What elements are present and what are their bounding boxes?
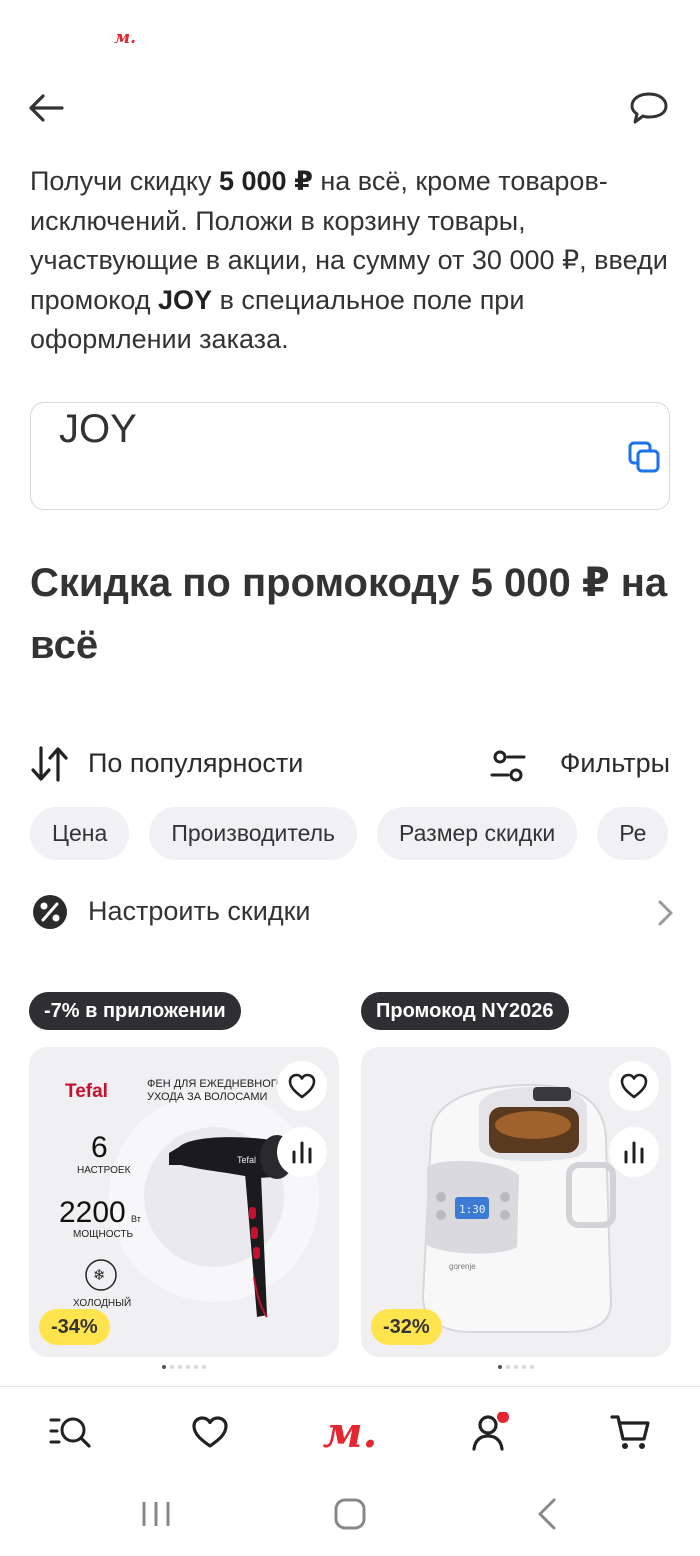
- sort-arrows-icon: [31, 746, 68, 782]
- recent-apps-button[interactable]: [138, 1496, 174, 1532]
- product-image[interactable]: Tefal ФЕН ДЛЯ ЕЖЕДНЕВНОГО УХОДА ЗА ВОЛОС…: [29, 1047, 339, 1357]
- favorite-button[interactable]: [609, 1061, 659, 1111]
- system-back-button[interactable]: [530, 1496, 566, 1532]
- chat-bubble-icon: [630, 92, 668, 124]
- filters-button[interactable]: [490, 748, 526, 784]
- discount-tag: -32%: [371, 1309, 442, 1345]
- pagination-dot: [170, 1365, 174, 1369]
- chevron-right-icon: [655, 898, 675, 928]
- promo-code-value: JOY: [59, 407, 137, 451]
- promo-code-field[interactable]: JOY: [30, 402, 670, 510]
- product-image[interactable]: 1:30 gorenje -32%: [361, 1047, 671, 1357]
- chat-button[interactable]: [626, 86, 672, 130]
- compare-button[interactable]: [609, 1127, 659, 1177]
- app-logo: м.: [322, 1407, 378, 1457]
- copy-code-button[interactable]: [627, 440, 663, 476]
- pagination-dot: [514, 1365, 518, 1369]
- cart-icon: [610, 1415, 650, 1449]
- sort-filter-row: По популярности Фильтры: [30, 738, 670, 792]
- pagination-dot: [506, 1365, 510, 1369]
- pagination-dot: [178, 1365, 182, 1369]
- home-square-icon: [334, 1498, 366, 1530]
- pagination-dot: [522, 1365, 526, 1369]
- svg-text:1:30: 1:30: [459, 1203, 486, 1216]
- copy-icon: [628, 441, 660, 473]
- pagination-dot: [530, 1365, 534, 1369]
- discount-tag: -34%: [39, 1309, 110, 1345]
- chip-partial[interactable]: Ре: [597, 807, 669, 860]
- image-pagination-dots: [29, 1365, 339, 1371]
- heart-icon: [288, 1073, 316, 1099]
- status-bar-app-logo: м.: [114, 28, 137, 48]
- heart-icon: [192, 1416, 228, 1448]
- nav-catalog-search[interactable]: [45, 1407, 95, 1457]
- svg-text:УХОДА ЗА ВОЛОСАМИ: УХОДА ЗА ВОЛОСАМИ: [147, 1091, 267, 1103]
- promo-discount-amount: 5 000 ₽: [219, 166, 313, 196]
- configure-discounts-row[interactable]: Настроить скидки: [30, 884, 675, 940]
- favorite-button[interactable]: [277, 1061, 327, 1111]
- chip-manufacturer[interactable]: Производитель: [149, 807, 358, 860]
- bar-chart-icon: [624, 1141, 644, 1164]
- svg-text:❄: ❄: [93, 1266, 106, 1284]
- catalog-search-icon: [49, 1417, 91, 1448]
- heart-icon: [620, 1073, 648, 1099]
- sort-button[interactable]: [30, 744, 72, 786]
- svg-text:МОЩНОСТЬ: МОЩНОСТЬ: [73, 1229, 133, 1240]
- svg-text:Tefal: Tefal: [65, 1081, 108, 1102]
- profile-icon: [472, 1412, 509, 1451]
- recent-apps-icon: [142, 1502, 170, 1526]
- system-navigation-bar: [0, 1476, 700, 1556]
- filters-label[interactable]: Фильтры: [560, 748, 670, 779]
- filter-chips: Цена Производитель Размер скидки Ре: [30, 807, 700, 860]
- svg-text:НАСТРОЕК: НАСТРОЕК: [77, 1165, 131, 1176]
- bottom-navigation: м.: [0, 1386, 700, 1476]
- svg-text:Tefal: Tefal: [237, 1155, 256, 1165]
- home-button[interactable]: [332, 1496, 368, 1532]
- nav-favorites[interactable]: [185, 1407, 235, 1457]
- page-title: Скидка по промокоду 5 000 ₽ на всё: [30, 561, 668, 667]
- svg-text:ФЕН ДЛЯ ЕЖЕДНЕВНОГО: ФЕН ДЛЯ ЕЖЕДНЕВНОГО: [147, 1078, 285, 1090]
- pagination-dot: [162, 1365, 166, 1369]
- filter-sliders-icon: [490, 750, 526, 782]
- sort-label[interactable]: По популярности: [88, 748, 303, 779]
- pagination-dot: [194, 1365, 198, 1369]
- pagination-dot: [498, 1365, 502, 1369]
- nav-profile[interactable]: [465, 1407, 515, 1457]
- compare-button[interactable]: [277, 1127, 327, 1177]
- configure-discounts-label: Настроить скидки: [88, 896, 311, 926]
- pagination-dot: [202, 1365, 206, 1369]
- nav-cart[interactable]: [605, 1407, 655, 1457]
- svg-text:ХОЛОДНЫЙ: ХОЛОДНЫЙ: [73, 1296, 131, 1309]
- percent-icon: [32, 894, 68, 930]
- promo-description: Получи скидку 5 000 ₽ на всё, кроме това…: [30, 162, 680, 360]
- pagination-dot: [186, 1365, 190, 1369]
- svg-text:Вт: Вт: [131, 1214, 141, 1224]
- svg-text:2200: 2200: [59, 1196, 126, 1229]
- product-badge: Промокод NY2026: [361, 992, 569, 1030]
- arrow-left-icon: [29, 94, 64, 122]
- nav-home[interactable]: м.: [310, 1407, 390, 1457]
- top-app-bar: [0, 80, 700, 140]
- promo-description-part: Получи скидку: [30, 166, 219, 196]
- image-pagination-dots: [361, 1365, 671, 1371]
- status-bar: м.: [0, 0, 700, 70]
- bar-chart-icon: [292, 1141, 312, 1164]
- svg-text:6: 6: [91, 1131, 108, 1164]
- chip-price[interactable]: Цена: [30, 807, 130, 860]
- svg-text:gorenje: gorenje: [449, 1262, 476, 1271]
- chip-discount-size[interactable]: Размер скидки: [377, 807, 578, 860]
- product-badge: -7% в приложении: [29, 992, 241, 1030]
- back-button[interactable]: [24, 86, 68, 130]
- chevron-left-icon: [538, 1498, 556, 1530]
- promo-code-inline: JOY: [158, 284, 213, 315]
